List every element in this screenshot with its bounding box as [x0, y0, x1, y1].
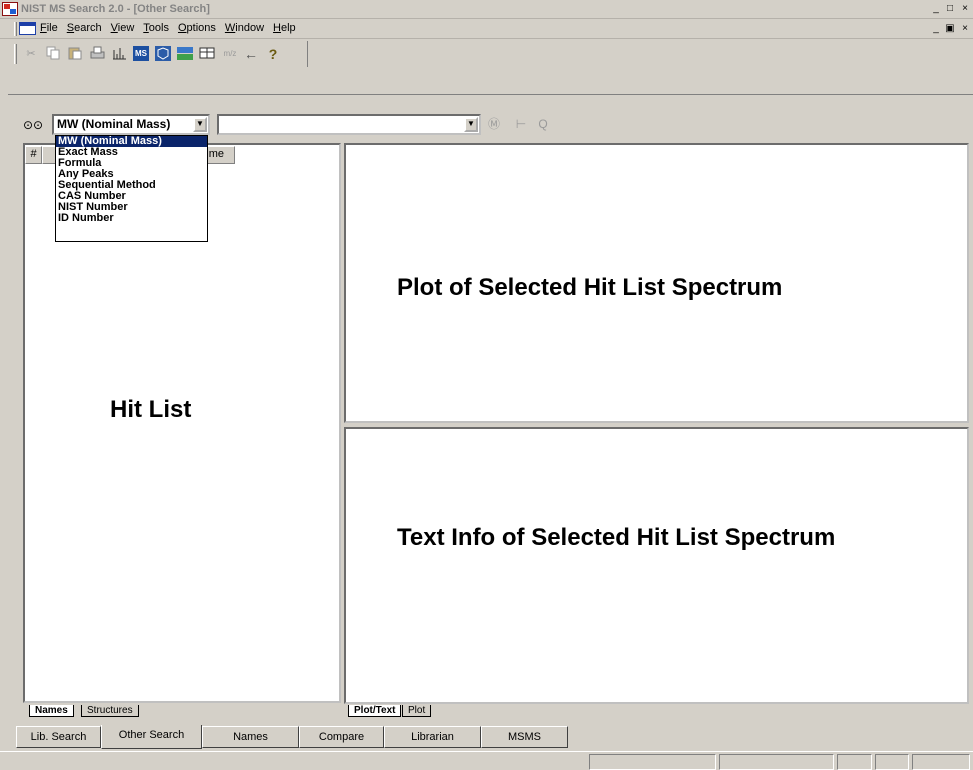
mdi-close-button[interactable]: × [958, 23, 972, 36]
spectrum-icon[interactable] [111, 46, 127, 62]
toolbar: ✂ MS m/z ← ? [0, 40, 973, 67]
menu-accelerator: S [66, 22, 75, 34]
menu-label: ile [46, 22, 58, 34]
menu-accelerator: W [224, 22, 236, 34]
table-icon[interactable] [199, 46, 215, 62]
mdi-minimize-button[interactable]: _ [929, 23, 943, 36]
menu-label: ools [148, 22, 169, 34]
print-icon[interactable] [89, 46, 105, 62]
search-type-dropdown-list: MW (Nominal Mass) Exact Mass Formula Any Pe… [55, 135, 208, 242]
close-button[interactable]: × [958, 3, 972, 16]
tab-structures[interactable]: Structures [81, 705, 139, 717]
text-pane-label: Text Info of Selected Hit List Spectrum [397, 524, 836, 551]
tab-msms[interactable]: MSMS [481, 726, 568, 748]
structure-tree-button[interactable]: ⊢ [512, 116, 530, 134]
menu-item[interactable]: View [111, 22, 135, 34]
search-go-button[interactable]: Ⓜ [485, 116, 503, 134]
menu-item[interactable]: File [40, 22, 58, 34]
menu-label: indow [235, 22, 265, 34]
hit-list-label: Hit List [110, 396, 192, 423]
menu-accelerator: O [177, 22, 187, 34]
menu-label: ptions [186, 22, 216, 34]
menu-bar: File Search View Tools Options Window Help _ ▣… [0, 19, 973, 39]
help-icon[interactable]: ? [265, 46, 281, 62]
toolbar-buttons: ✂ MS m/z ← ? [19, 41, 308, 67]
column-number-header[interactable]: # [25, 146, 42, 164]
menu-label: earch [74, 22, 102, 34]
paste-icon[interactable] [67, 46, 83, 62]
tab-compare[interactable]: Compare [299, 726, 384, 748]
mz-icon[interactable]: m/z [221, 46, 239, 62]
status-cell [912, 754, 970, 770]
tab-plot-text[interactable]: Plot/Text [348, 705, 402, 717]
menu-accelerator: H [273, 22, 281, 34]
status-cell [875, 754, 909, 770]
menu-item[interactable]: Options [178, 22, 216, 34]
search-value-dropdown-button[interactable]: ▼ [464, 117, 478, 132]
back-arrow-icon[interactable]: ← [243, 46, 259, 62]
menu-item[interactable]: Help [273, 22, 296, 34]
tab-names-mode[interactable]: Names [202, 726, 299, 748]
tab-plot[interactable]: Plot [402, 705, 432, 717]
menu-item[interactable]: Tools [143, 22, 169, 34]
search-value-input[interactable]: ▼ [217, 114, 481, 135]
menu-item[interactable]: Window [225, 22, 264, 34]
window-title: NIST MS Search 2.0 - [Other Search] [21, 3, 210, 15]
menu-items: File Search View Tools Options Window Help [40, 22, 305, 34]
svg-text:MS: MS [135, 49, 148, 58]
menu-item[interactable]: Search [67, 22, 102, 34]
zoom-search-button[interactable]: Q [534, 116, 552, 134]
status-cell [837, 754, 872, 770]
menu-label: elp [280, 22, 296, 34]
status-bar [0, 751, 973, 770]
tab-librarian[interactable]: Librarian [384, 726, 481, 748]
document-icon[interactable] [19, 22, 36, 35]
menu-accelerator: V [110, 22, 118, 34]
search-type-option[interactable]: ID Number [56, 213, 207, 224]
search-type-value: MW (Nominal Mass) [57, 117, 171, 131]
search-type-select[interactable]: MW (Nominal Mass) ▼ [52, 114, 210, 135]
minimize-button[interactable]: _ [929, 3, 943, 16]
binoculars-icon[interactable]: ⊙⊙ [23, 117, 43, 133]
mdi-restore-button[interactable]: ▣ [943, 23, 957, 36]
structure-icon[interactable] [155, 46, 171, 62]
status-cell [719, 754, 834, 770]
title-bar: NIST MS Search 2.0 - [Other Search] _ □ … [0, 0, 973, 19]
plot-pane-label: Plot of Selected Hit List Spectrum [397, 274, 783, 301]
toolbar-grip[interactable] [14, 44, 17, 64]
tab-names[interactable]: Names [29, 705, 74, 717]
tab-other-search[interactable]: Other Search [101, 725, 202, 749]
spectrum-text-pane[interactable] [344, 427, 969, 704]
status-cell [589, 754, 716, 770]
scissors-icon[interactable]: ✂ [23, 46, 39, 62]
tab-lib-search[interactable]: Lib. Search [16, 726, 101, 748]
mode-tabs: Lib. Search Other Search Names Compare L… [16, 725, 973, 749]
plot-tab-strip: Plot/Text Plot [344, 705, 969, 722]
ms-icon[interactable]: MS [133, 46, 149, 62]
maximize-button[interactable]: □ [943, 3, 957, 16]
menu-label: iew [117, 22, 135, 34]
hit-list-tab-strip: Names Structures [25, 705, 341, 722]
app-icon[interactable] [2, 2, 18, 16]
menu-accelerator: F [40, 22, 47, 34]
compare-icon[interactable] [177, 46, 193, 62]
copy-icon[interactable] [45, 46, 61, 62]
search-type-dropdown-button[interactable]: ▼ [193, 117, 207, 132]
menubar-grip[interactable] [14, 22, 17, 36]
